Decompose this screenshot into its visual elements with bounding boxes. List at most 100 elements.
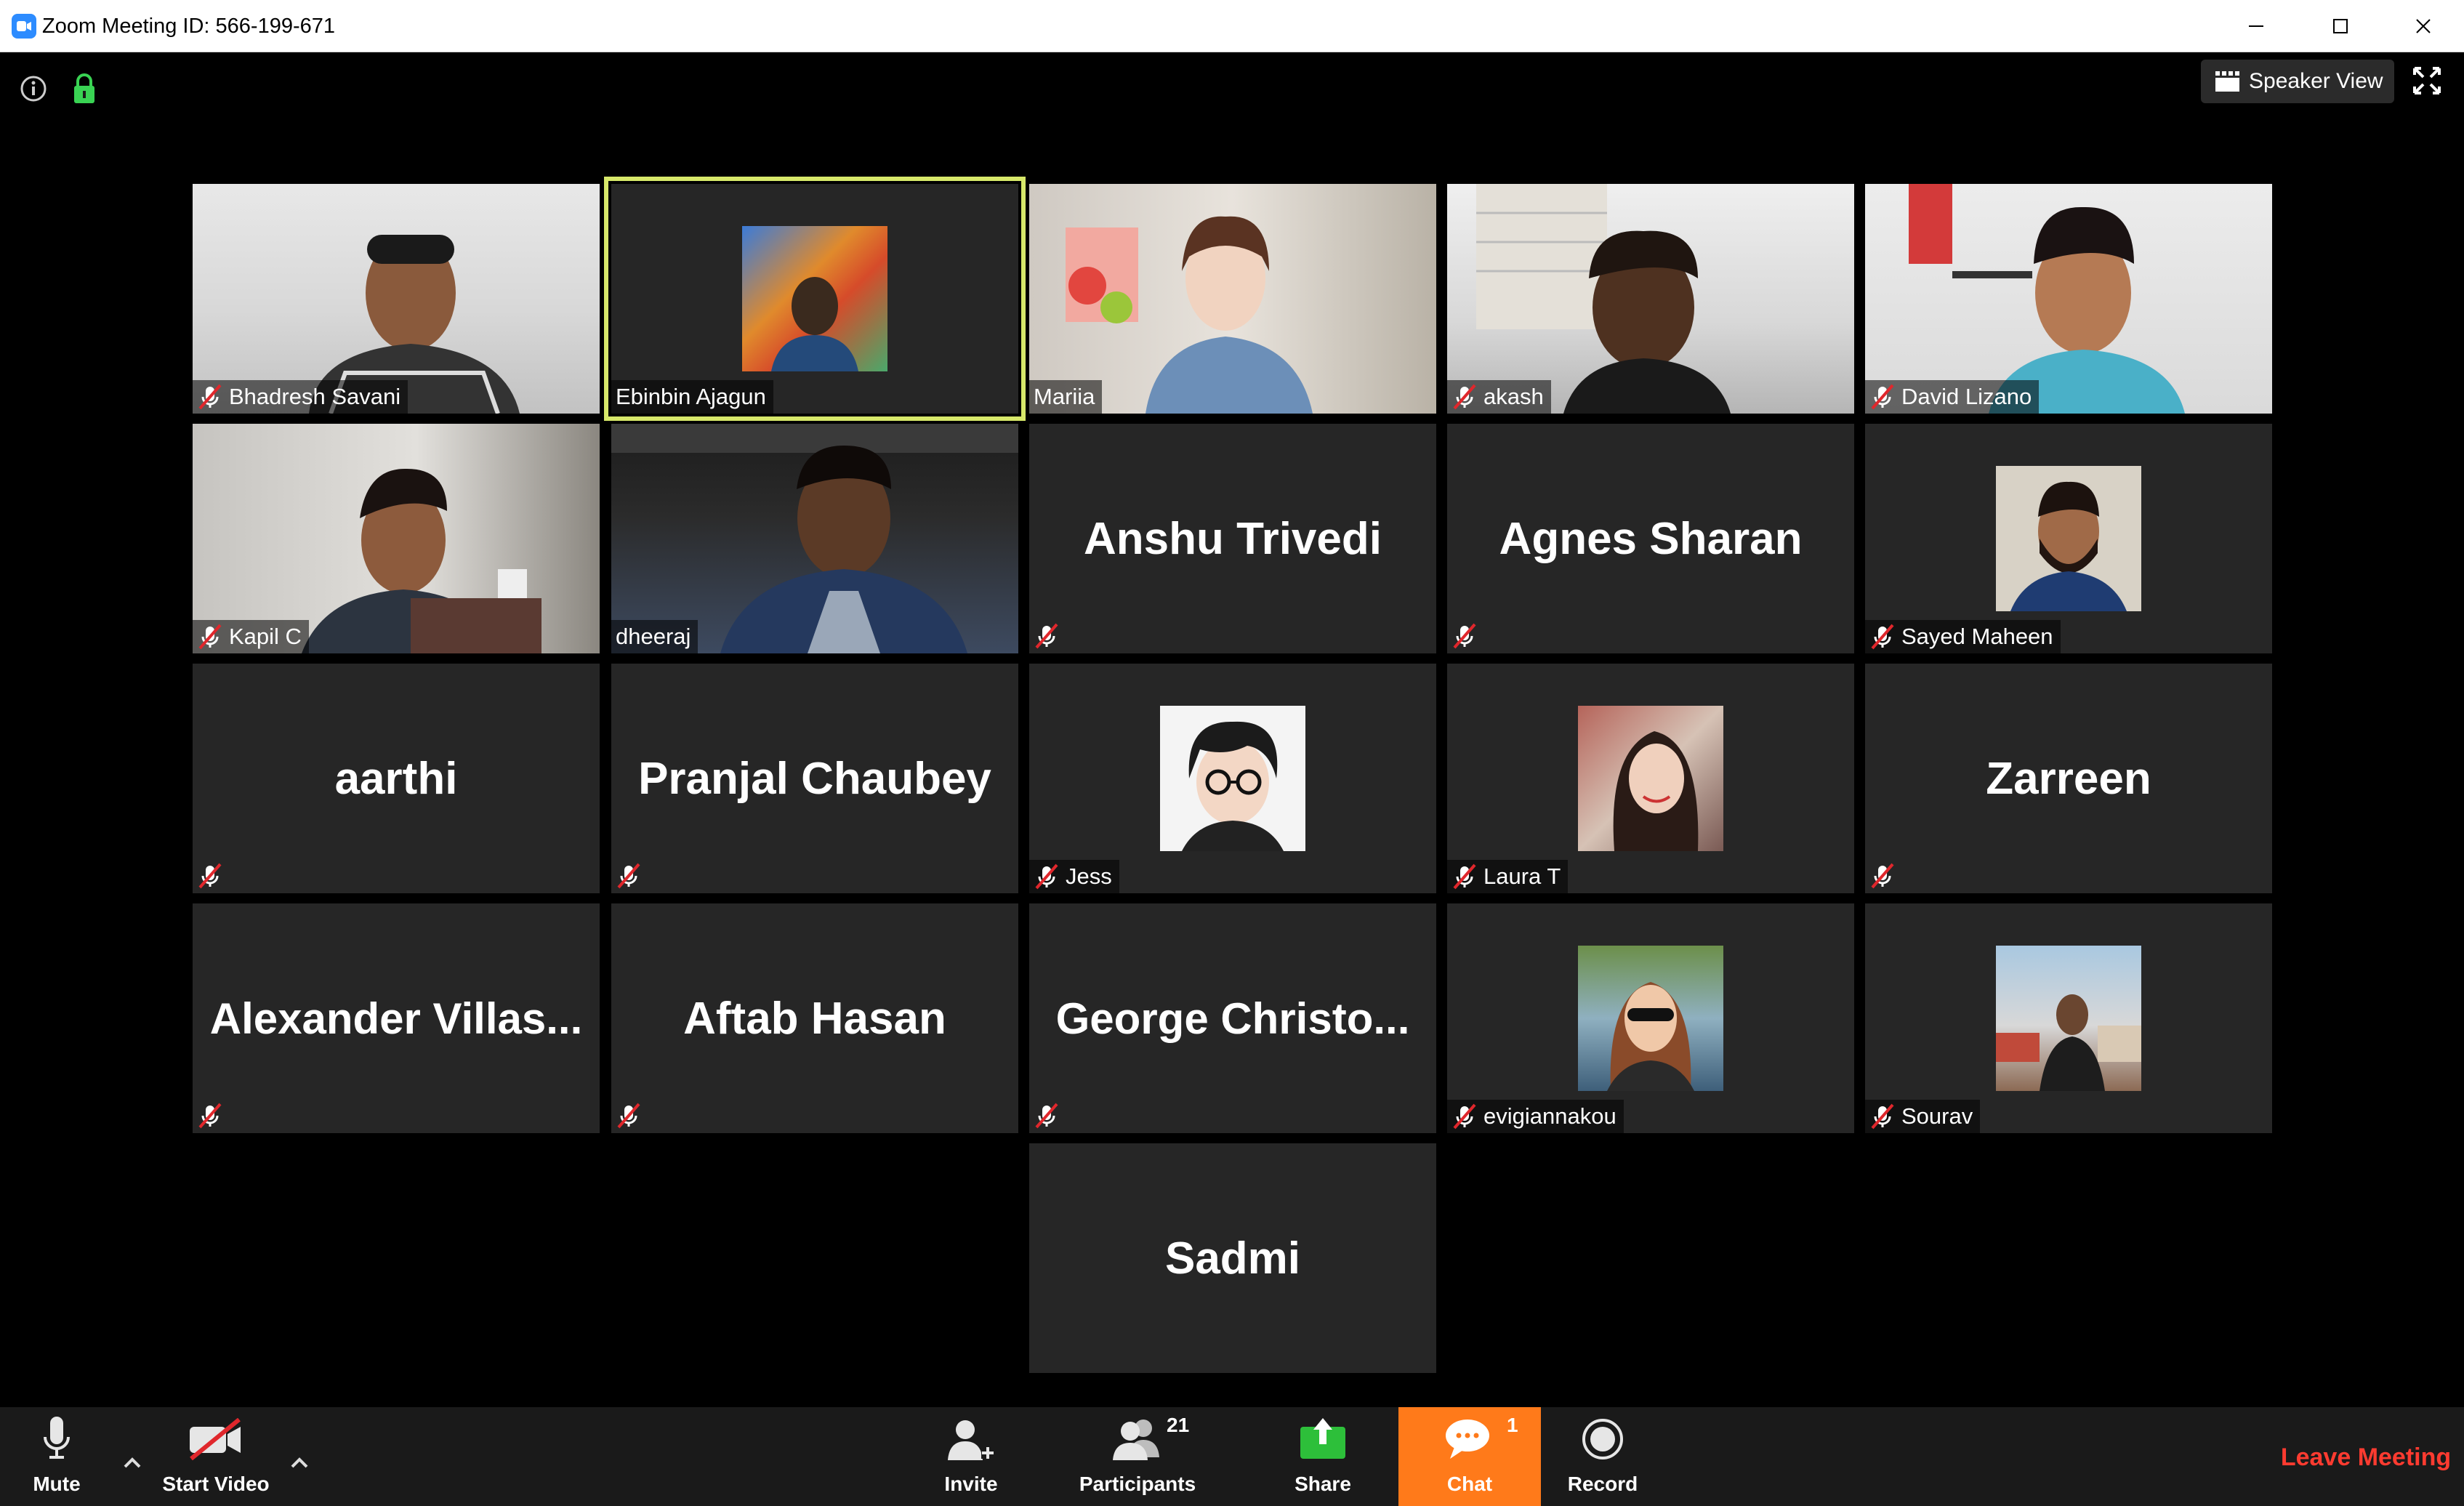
mic-muted-icon	[1871, 384, 1894, 410]
participants-button[interactable]: 21 Participants	[1068, 1407, 1207, 1506]
participant-tile-sourav[interactable]: Sourav	[1865, 903, 2272, 1133]
participant-name-label: Sayed Maheen	[1865, 620, 2061, 653]
participant-tile-alexander[interactable]: Alexander Villas...	[193, 903, 600, 1133]
participant-name-label: Laura T	[1447, 860, 1569, 893]
participant-name-display: aarthi	[334, 753, 458, 804]
chat-unread-badge: 1	[1507, 1414, 1518, 1436]
participant-tile-aarthi[interactable]: aarthi	[193, 664, 600, 893]
participant-video	[1029, 184, 1436, 414]
participant-avatar	[1996, 946, 2141, 1091]
speaker-view-button[interactable]: Speaker View	[2201, 60, 2394, 103]
mute-button[interactable]: Mute	[20, 1407, 93, 1506]
participant-video	[611, 424, 1018, 653]
mic-muted-icon	[198, 863, 222, 889]
mic-muted-icon	[1453, 1103, 1476, 1130]
mic-muted-icon	[1871, 863, 1894, 889]
participant-video	[1447, 184, 1854, 414]
participant-video	[193, 424, 600, 653]
participant-name-label: Bhadresh Savani	[193, 380, 408, 414]
participant-tile-agnes[interactable]: Agnes Sharan	[1447, 424, 1854, 653]
participant-tile-laura[interactable]: Laura T	[1447, 664, 1854, 893]
participant-tile-zarreen[interactable]: Zarreen	[1865, 664, 2272, 893]
share-screen-icon	[1299, 1417, 1347, 1465]
participant-name-label: evigiannakou	[1447, 1100, 1624, 1133]
close-button[interactable]	[2383, 0, 2464, 52]
invite-button[interactable]: Invite	[927, 1407, 1015, 1506]
participants-count: 21	[1167, 1414, 1190, 1436]
speaker-view-icon	[2215, 71, 2239, 92]
microphone-icon	[42, 1417, 71, 1465]
encryption-lock-icon[interactable]	[71, 73, 97, 105]
participant-avatar	[1578, 706, 1723, 851]
participant-name-display: George Christo...	[1055, 994, 1410, 1043]
video-options-chevron-up-icon[interactable]	[285, 1448, 314, 1477]
participant-tile-evigiannakou[interactable]: evigiannakou	[1447, 903, 1854, 1133]
participant-tile-sadmi[interactable]: Sadmi	[1029, 1143, 1436, 1373]
start-video-button[interactable]: Start Video	[154, 1407, 278, 1506]
participant-avatar	[1578, 946, 1723, 1091]
leave-meeting-button[interactable]: Leave Meeting	[2275, 1425, 2457, 1490]
participant-name-label: dheeraj	[611, 620, 698, 653]
participant-tile-dheeraj[interactable]: dheeraj	[611, 424, 1018, 653]
add-user-icon	[945, 1418, 997, 1465]
participant-tile-aftab[interactable]: Aftab Hasan	[611, 903, 1018, 1133]
participant-tile-david[interactable]: David Lizano	[1865, 184, 2272, 414]
participant-tile-pranjal[interactable]: Pranjal Chaubey	[611, 664, 1018, 893]
video-off-icon	[188, 1417, 243, 1465]
participant-name-label: Mariia	[1029, 380, 1103, 414]
mic-muted-icon	[198, 624, 222, 650]
record-icon	[1581, 1418, 1624, 1465]
mic-muted-icon	[1453, 863, 1476, 890]
participant-name-label: akash	[1447, 380, 1551, 414]
mic-muted-icon	[1035, 1103, 1058, 1129]
mic-muted-icon	[1453, 384, 1476, 410]
mic-muted-icon	[1871, 1103, 1894, 1130]
mic-muted-icon	[1871, 624, 1894, 650]
participant-avatar	[1160, 706, 1305, 851]
participant-name-label: Sourav	[1865, 1100, 1981, 1133]
participant-tile-bhadresh[interactable]: Bhadresh Savani	[193, 184, 600, 414]
participant-avatar	[742, 226, 887, 371]
participants-icon: 21	[1108, 1414, 1189, 1465]
chat-button[interactable]: 1 Chat	[1398, 1407, 1541, 1506]
meeting-info-icon[interactable]	[19, 74, 48, 103]
mic-muted-icon	[1035, 623, 1058, 649]
participant-name-label: Jess	[1029, 860, 1119, 893]
minimize-button[interactable]	[2214, 0, 2298, 52]
zoom-logo-icon	[12, 14, 36, 39]
share-screen-button[interactable]: Share	[1279, 1407, 1366, 1506]
participant-tile-ebinbin[interactable]: Ebinbin Ajagun	[604, 177, 1026, 421]
chat-bubble-icon: 1	[1444, 1414, 1518, 1465]
participant-tile-anshu[interactable]: Anshu Trivedi	[1029, 424, 1436, 653]
participant-avatar	[1996, 466, 2141, 611]
mic-muted-icon	[617, 863, 640, 889]
audio-options-chevron-up-icon[interactable]	[118, 1448, 147, 1477]
participant-name-label: Kapil C	[193, 620, 309, 653]
participant-tile-george[interactable]: George Christo...	[1029, 903, 1436, 1133]
mic-muted-icon	[1453, 623, 1476, 649]
participant-video	[193, 184, 600, 414]
mic-muted-icon	[1035, 863, 1058, 890]
participant-name-display: Agnes Sharan	[1499, 513, 1803, 564]
participant-name-label: David Lizano	[1865, 380, 2040, 414]
participant-video	[1865, 184, 2272, 414]
participant-name-label: Ebinbin Ajagun	[611, 380, 773, 414]
participant-name-display: Pranjal Chaubey	[638, 753, 991, 804]
participant-name-display: Zarreen	[1986, 753, 2151, 804]
participant-tile-mariia[interactable]: Mariia	[1029, 184, 1436, 414]
fullscreen-icon[interactable]	[2412, 65, 2442, 96]
maximize-button[interactable]	[2298, 0, 2383, 52]
mic-muted-icon	[198, 1103, 222, 1129]
mic-muted-icon	[617, 1103, 640, 1129]
participant-tile-kapil[interactable]: Kapil C	[193, 424, 600, 653]
participant-tile-akash[interactable]: akash	[1447, 184, 1854, 414]
participant-tile-jess[interactable]: Jess	[1029, 664, 1436, 893]
record-button[interactable]: Record	[1563, 1407, 1643, 1506]
mic-muted-icon	[198, 384, 222, 410]
participant-name-display: Aftab Hasan	[683, 993, 946, 1044]
participant-name-display: Alexander Villas...	[209, 994, 583, 1043]
window-title: Zoom Meeting ID: 566-199-671	[42, 15, 335, 38]
title-bar: Zoom Meeting ID: 566-199-671	[0, 0, 2464, 52]
participant-tile-sayed[interactable]: Sayed Maheen	[1865, 424, 2272, 653]
meeting-toolbar: Mute Start Video Invite 21 Participants …	[0, 1407, 2464, 1506]
